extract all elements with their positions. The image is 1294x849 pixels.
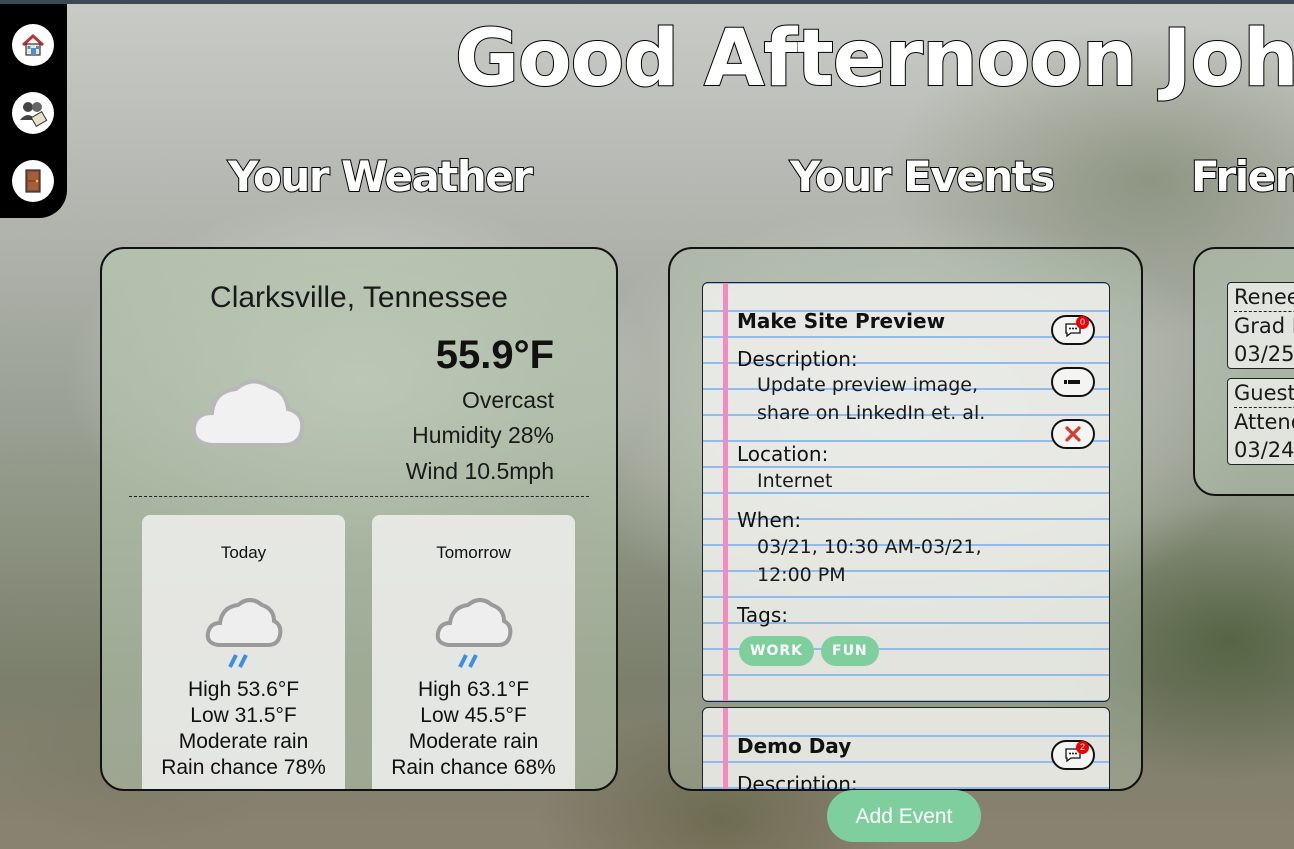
forecast-rain-chance: Rain chance 68% [391, 756, 556, 779]
friend-activity-item[interactable]: Guest Attend 03/24, [1227, 378, 1294, 465]
forecast-day: Today [220, 543, 267, 562]
friend-activity: Attend [1234, 410, 1294, 434]
event-when-line: 12:00 PM [757, 564, 846, 586]
weather-section-title: Your Weather [227, 151, 534, 202]
event-description-label: Description: [737, 772, 858, 791]
weather-card: Clarksville, Tennessee 55.9°F Overcast H… [100, 247, 618, 791]
event-location: Internet [757, 470, 833, 492]
friends-card: Renee Grad P 03/25, Guest Attend 03/24, [1193, 247, 1294, 496]
friends-section-title: Frienc [1190, 151, 1294, 202]
cloud-icon [191, 379, 305, 447]
event-comments-button[interactable]: 0 [1051, 315, 1095, 345]
event-when-label: When: [737, 508, 802, 532]
friend-date: 03/25, [1234, 342, 1294, 366]
forecast-high: High 53.6°F [187, 678, 300, 701]
event-tag-work[interactable]: WORK [739, 636, 814, 666]
nav-home-button[interactable] [12, 24, 54, 66]
event-title: Make Site Preview [737, 309, 946, 333]
event-edit-button[interactable] [1051, 367, 1095, 397]
rain-cloud-icon [205, 598, 283, 668]
event-delete-button[interactable] [1051, 419, 1095, 449]
weather-divider [129, 496, 589, 497]
weather-wind: Wind 10.5mph [405, 458, 554, 484]
edit-icon [1064, 380, 1080, 384]
event-when-line: 03/21, 10:30 AM-03/21, [757, 536, 982, 558]
friend-activity-item[interactable]: Renee Grad P 03/25, [1227, 282, 1294, 369]
nav-profile-button[interactable] [12, 92, 54, 134]
nav-logout-button[interactable] [12, 160, 54, 202]
forecast-card-today: Today High 53.6°F Low 31.5°F Moderate ra… [142, 515, 345, 789]
weather-city: Clarksville, Tennessee [210, 281, 508, 314]
forecast-card-tomorrow: Tomorrow High 63.1°F Low 45.5°F Moderate… [372, 515, 575, 789]
event-location-label: Location: [737, 442, 829, 466]
comment-count-badge: 0 [1076, 316, 1089, 329]
weather-humidity: Humidity 28% [412, 422, 554, 448]
event-description-line: share on LinkedIn et. al. [757, 402, 986, 424]
forecast-description: Moderate rain [178, 730, 309, 753]
event-tags-label: Tags: [737, 603, 789, 627]
event-comments-button[interactable]: 2 [1051, 740, 1095, 770]
weather-condition: Overcast [461, 387, 554, 413]
greeting-heading: Good Afternoon John [454, 13, 1294, 105]
event-title: Demo Day [737, 734, 852, 758]
side-nav [0, 4, 67, 218]
forecast-low: Low 31.5°F [190, 704, 297, 727]
door-icon [25, 169, 41, 193]
add-event-button[interactable]: Add Event [827, 790, 981, 842]
forecast-rain-chance: Rain chance 78% [161, 756, 326, 779]
forecast-high: High 63.1°F [417, 678, 530, 701]
rain-cloud-icon [435, 598, 513, 668]
events-card[interactable]: Make Site Preview Description: Update pr… [668, 247, 1143, 791]
event-item: Demo Day Description: 2 [702, 707, 1110, 791]
event-description-line: Update preview image, [757, 374, 979, 396]
current-temperature: 55.9°F [435, 333, 554, 377]
house-icon [21, 33, 45, 56]
event-description-label: Description: [737, 347, 858, 371]
window-top-border [0, 0, 1294, 4]
friend-activity: Grad P [1234, 314, 1294, 338]
users-icon [20, 102, 48, 128]
forecast-description: Moderate rain [408, 730, 539, 753]
friend-date: 03/24, [1234, 438, 1294, 462]
notebook-margin [723, 283, 728, 701]
close-icon [1065, 426, 1081, 442]
comment-count-badge: 2 [1076, 741, 1089, 754]
event-tag-fun[interactable]: FUN [821, 636, 879, 666]
notebook-margin [723, 708, 728, 789]
event-item: Make Site Preview Description: Update pr… [702, 282, 1110, 702]
friend-name: Renee [1234, 283, 1294, 312]
forecast-low: Low 45.5°F [420, 704, 527, 727]
friend-name: Guest [1234, 379, 1294, 408]
events-section-title: Your Events [789, 151, 1056, 202]
forecast-day: Tomorrow [436, 543, 511, 562]
